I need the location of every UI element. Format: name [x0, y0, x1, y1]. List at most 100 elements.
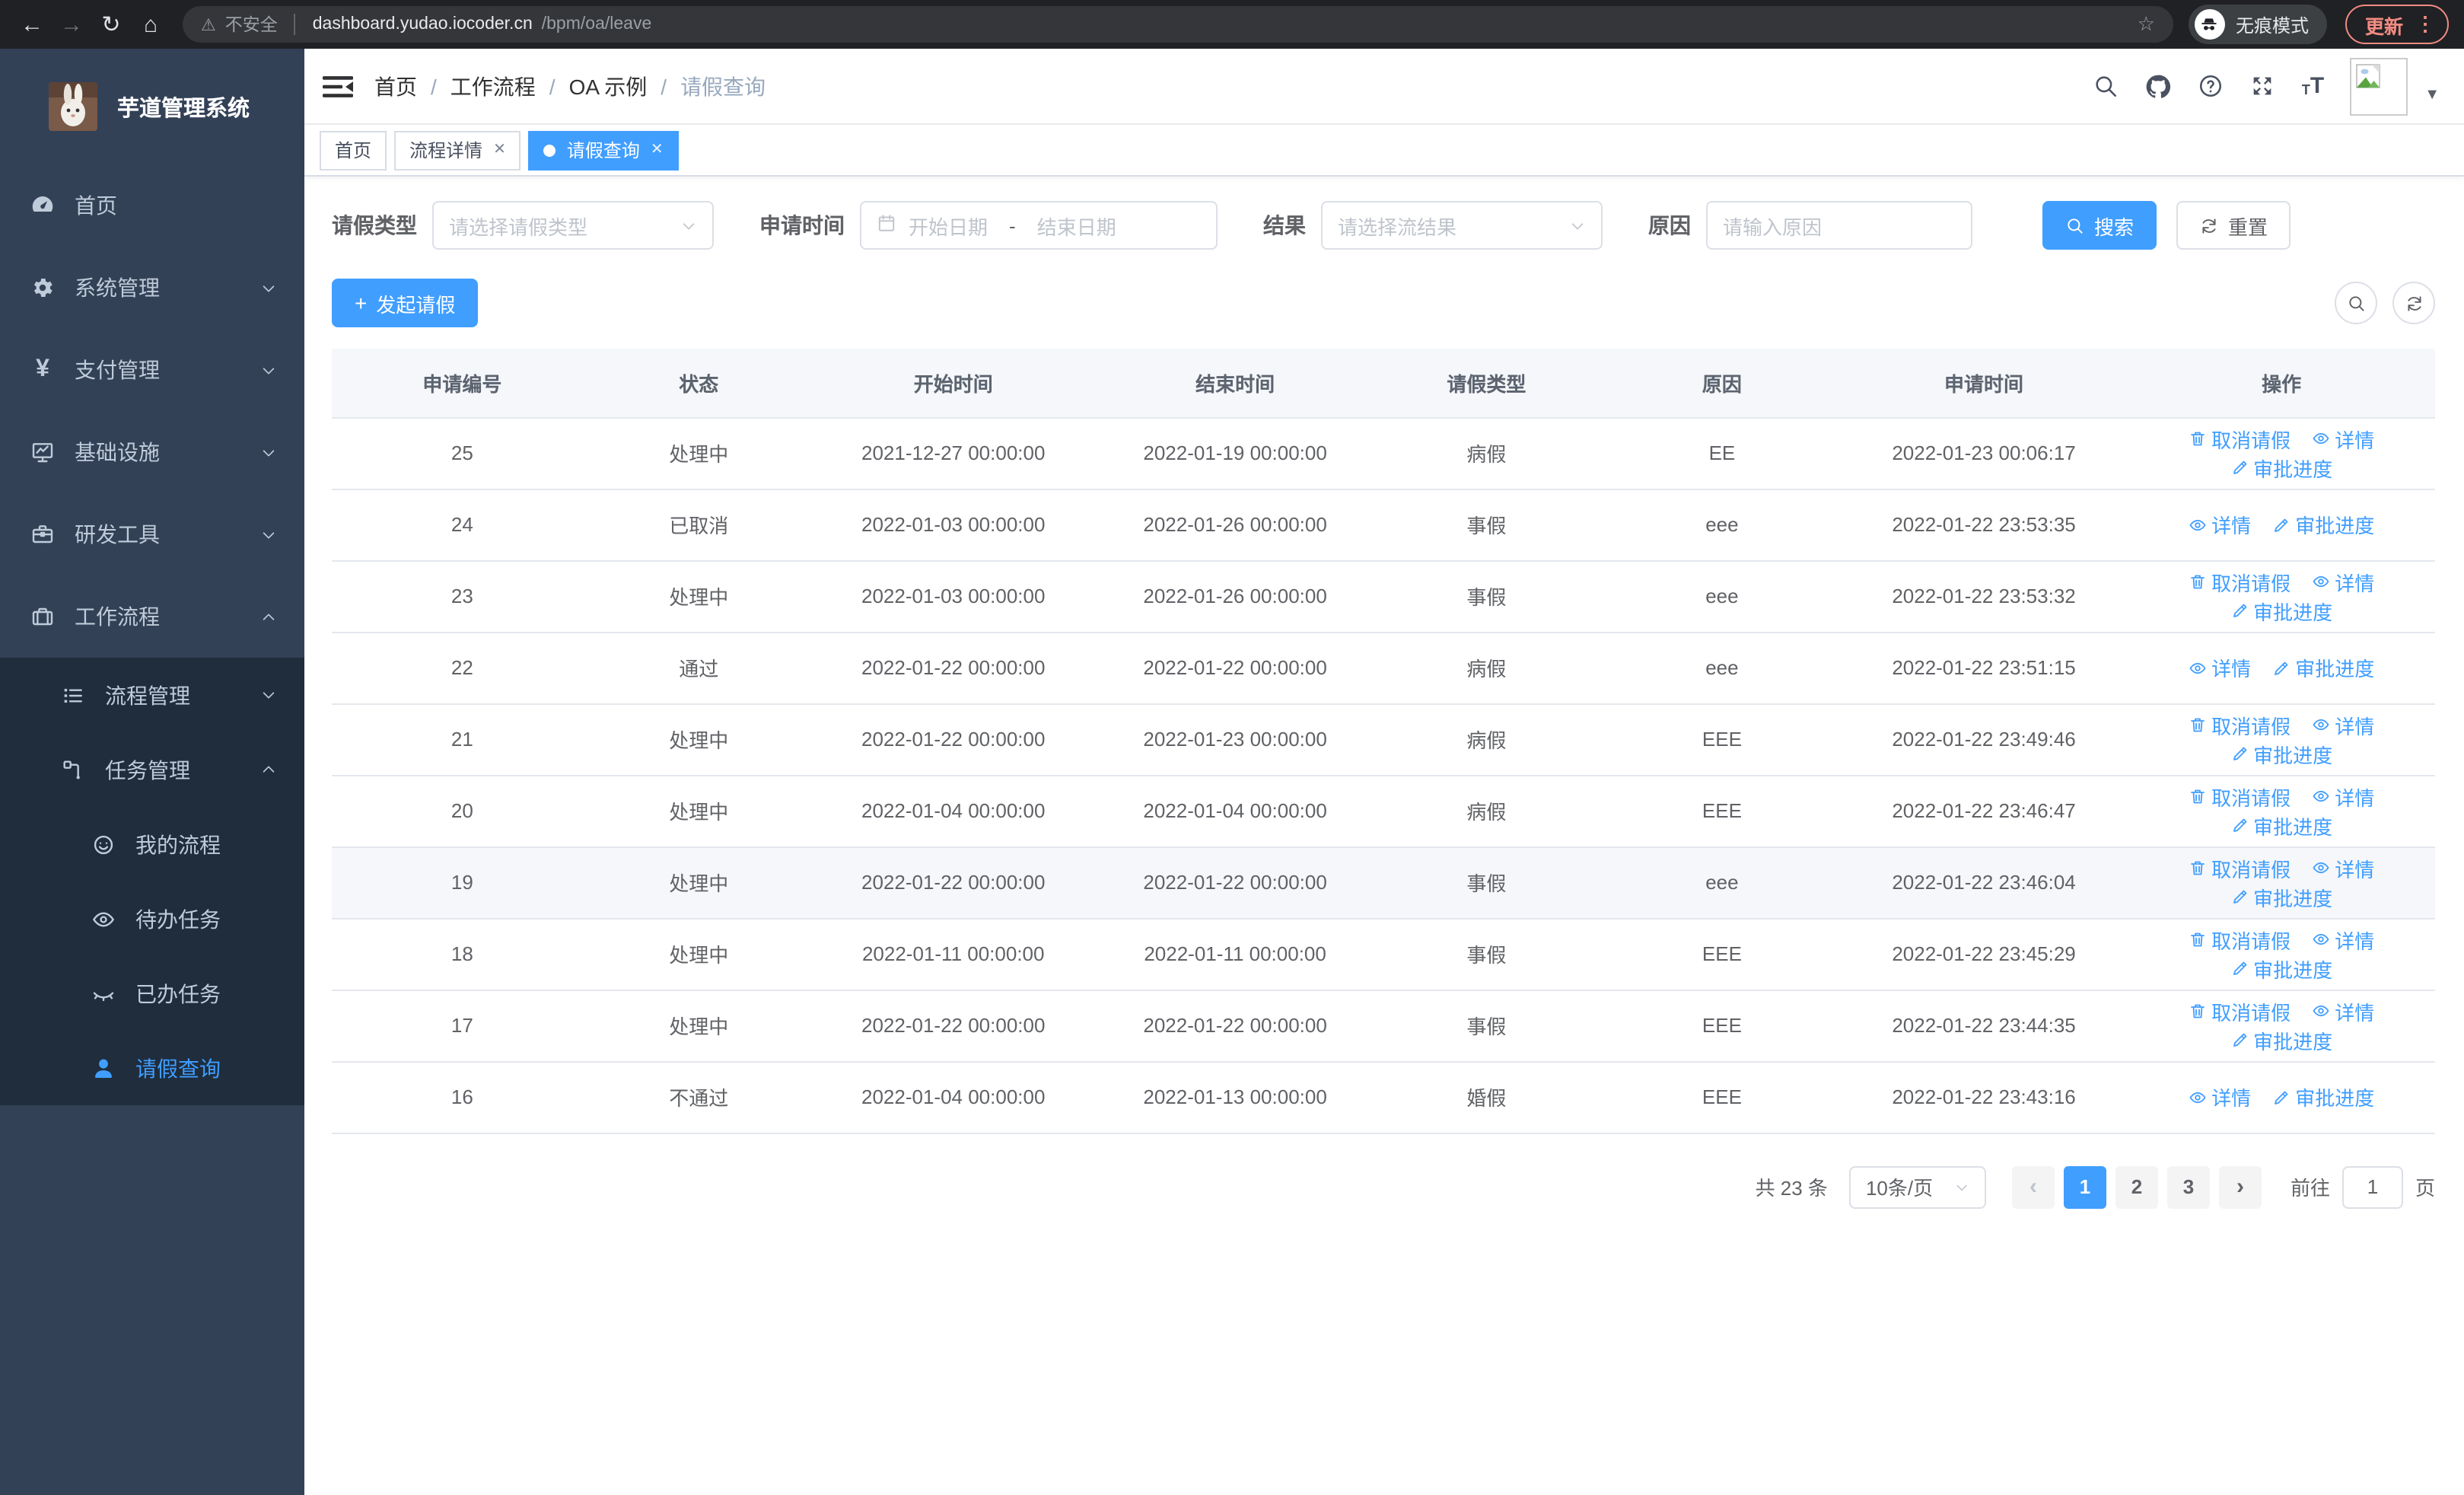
detail-link[interactable]: 详情: [2312, 925, 2374, 954]
sidebar-item-task-mgmt[interactable]: 任务管理: [0, 732, 304, 807]
date-range-input[interactable]: 开始日期 - 结束日期: [860, 201, 1218, 250]
cell-id: 16: [332, 1061, 593, 1133]
sidebar-item-system[interactable]: 系统管理: [0, 247, 304, 329]
detail-link[interactable]: 详情: [2312, 996, 2374, 1025]
detail-link[interactable]: 详情: [2312, 853, 2374, 882]
breadcrumb-oa[interactable]: OA 示例: [569, 71, 648, 101]
tab-leave-query[interactable]: 请假查询 ✕: [528, 130, 679, 170]
approval-progress-link[interactable]: 审批进度: [2272, 510, 2374, 539]
breadcrumb-workflow[interactable]: 工作流程: [450, 71, 536, 101]
caret-down-icon[interactable]: ▼: [2424, 87, 2440, 104]
action-label: 审批进度: [2253, 744, 2333, 767]
reset-button[interactable]: 重置: [2176, 201, 2291, 250]
sidebar-item-todo-tasks[interactable]: 待办任务: [0, 881, 304, 956]
back-icon[interactable]: ←: [15, 8, 49, 41]
approval-progress-link[interactable]: 审批进度: [2230, 811, 2332, 840]
avatar[interactable]: [2350, 57, 2408, 115]
refresh-button[interactable]: [2392, 282, 2435, 324]
detail-link[interactable]: 详情: [2189, 1082, 2251, 1111]
search-icon[interactable]: [2093, 73, 2119, 99]
tab-label: 流程详情: [409, 140, 483, 161]
app-logo[interactable]: 芋道管理系统: [0, 49, 304, 164]
search-button[interactable]: 搜索: [2042, 201, 2157, 250]
col-header-type: 请假类型: [1368, 349, 1605, 418]
fullscreen-icon[interactable]: [2250, 73, 2276, 99]
calendar-icon: [877, 213, 896, 237]
cell-apply: 2022-01-22 23:45:29: [1839, 918, 2128, 990]
sidebar-item-infra[interactable]: 基础设施: [0, 411, 304, 493]
approval-progress-link[interactable]: 审批进度: [2272, 653, 2374, 682]
update-button[interactable]: 更新 ⋮: [2345, 5, 2449, 44]
table-row: 16 不通过 2022-01-04 00:00:00 2022-01-13 00:00…: [332, 1061, 2435, 1133]
help-icon[interactable]: [2198, 73, 2224, 99]
prev-page-button[interactable]: ‹: [2011, 1165, 2055, 1208]
page-button-3[interactable]: 3: [2166, 1165, 2210, 1208]
cell-type: 事假: [1368, 918, 1605, 990]
font-size-icon[interactable]: TT: [2302, 75, 2324, 97]
action-label: 审批进度: [2253, 887, 2333, 910]
tab-home[interactable]: 首页: [320, 130, 387, 170]
page-button-1[interactable]: 1: [2063, 1165, 2106, 1208]
chevron-up-icon: [260, 761, 277, 778]
sidebar-item-devtools[interactable]: 研发工具: [0, 493, 304, 575]
cancel-leave-link[interactable]: 取消请假: [2189, 710, 2291, 739]
approval-progress-link[interactable]: 审批进度: [2230, 954, 2332, 983]
page-button-2[interactable]: 2: [2115, 1165, 2158, 1208]
address-bar[interactable]: ⚠ 不安全 dashboard.yudao.iocoder.cn/bpm/oa/…: [183, 6, 2173, 43]
cancel-leave-link[interactable]: 取消请假: [2189, 567, 2291, 596]
result-select[interactable]: 请选择流结果: [1321, 201, 1603, 250]
approval-progress-link[interactable]: 审批进度: [2230, 882, 2332, 911]
tab-process-detail[interactable]: 流程详情 ✕: [394, 130, 521, 170]
sidebar-item-label: 系统管理: [75, 276, 160, 300]
leave-type-select[interactable]: 请选择请假类型: [432, 201, 714, 250]
next-page-button[interactable]: ›: [2218, 1165, 2262, 1208]
approval-progress-link[interactable]: 审批进度: [2230, 596, 2332, 625]
action-label: 审批进度: [2295, 658, 2375, 681]
sidebar-item-my-process[interactable]: 我的流程: [0, 807, 304, 881]
approval-progress-link[interactable]: 审批进度: [2272, 1082, 2374, 1111]
close-icon[interactable]: ✕: [651, 142, 664, 158]
cancel-leave-link[interactable]: 取消请假: [2189, 925, 2291, 954]
toggle-search-button[interactable]: [2335, 282, 2377, 324]
forward-icon[interactable]: →: [55, 8, 88, 41]
reason-input[interactable]: 请输入原因: [1706, 201, 1972, 250]
approval-progress-link[interactable]: 审批进度: [2230, 739, 2332, 768]
page-size-select[interactable]: 10条/页: [1848, 1165, 1986, 1208]
detail-link[interactable]: 详情: [2312, 567, 2374, 596]
approval-progress-link[interactable]: 审批进度: [2230, 453, 2332, 482]
approval-progress-link[interactable]: 审批进度: [2230, 1025, 2332, 1054]
cancel-leave-link[interactable]: 取消请假: [2189, 782, 2291, 811]
cell-id: 19: [332, 846, 593, 919]
sidebar-collapse-icon[interactable]: [323, 74, 353, 98]
browser-menu-icon[interactable]: ⋮: [2415, 12, 2435, 37]
breadcrumb-home[interactable]: 首页: [374, 71, 417, 101]
detail-link[interactable]: 详情: [2312, 782, 2374, 811]
warning-icon: ⚠: [201, 16, 216, 34]
sidebar-item-done-tasks[interactable]: 已办任务: [0, 956, 304, 1031]
close-icon[interactable]: ✕: [493, 142, 506, 158]
cancel-leave-link[interactable]: 取消请假: [2189, 853, 2291, 882]
home-icon[interactable]: ⌂: [134, 8, 167, 41]
create-leave-button[interactable]: + 发起请假: [332, 279, 479, 327]
cell-start: 2021-12-27 00:00:00: [804, 417, 1102, 489]
sidebar-item-payment[interactable]: ¥ 支付管理: [0, 329, 304, 411]
sidebar-item-process-mgmt[interactable]: 流程管理: [0, 658, 304, 732]
cancel-leave-link[interactable]: 取消请假: [2189, 424, 2291, 453]
reload-icon[interactable]: ↻: [94, 8, 128, 41]
sidebar-item-home[interactable]: 首页: [0, 164, 304, 247]
security-label[interactable]: 不安全: [225, 12, 278, 37]
detail-link[interactable]: 详情: [2312, 424, 2374, 453]
table-row: 21 处理中 2022-01-22 00:00:00 2022-01-23 00:00…: [332, 703, 2435, 776]
filter-apply-time: 申请时间 开始日期 - 结束日期: [759, 201, 1218, 250]
detail-link[interactable]: 详情: [2189, 510, 2251, 539]
detail-link[interactable]: 详情: [2312, 710, 2374, 739]
cell-id: 17: [332, 990, 593, 1062]
cell-end: 2022-01-26 00:00:00: [1101, 489, 1369, 561]
bookmark-star-icon[interactable]: ☆: [2138, 12, 2155, 37]
cancel-leave-link[interactable]: 取消请假: [2189, 996, 2291, 1025]
goto-page-input[interactable]: 1: [2341, 1165, 2403, 1208]
sidebar-item-leave-query[interactable]: 请假查询: [0, 1031, 304, 1105]
github-icon[interactable]: [2145, 72, 2173, 100]
detail-link[interactable]: 详情: [2189, 653, 2251, 682]
sidebar-item-workflow[interactable]: 工作流程: [0, 575, 304, 658]
